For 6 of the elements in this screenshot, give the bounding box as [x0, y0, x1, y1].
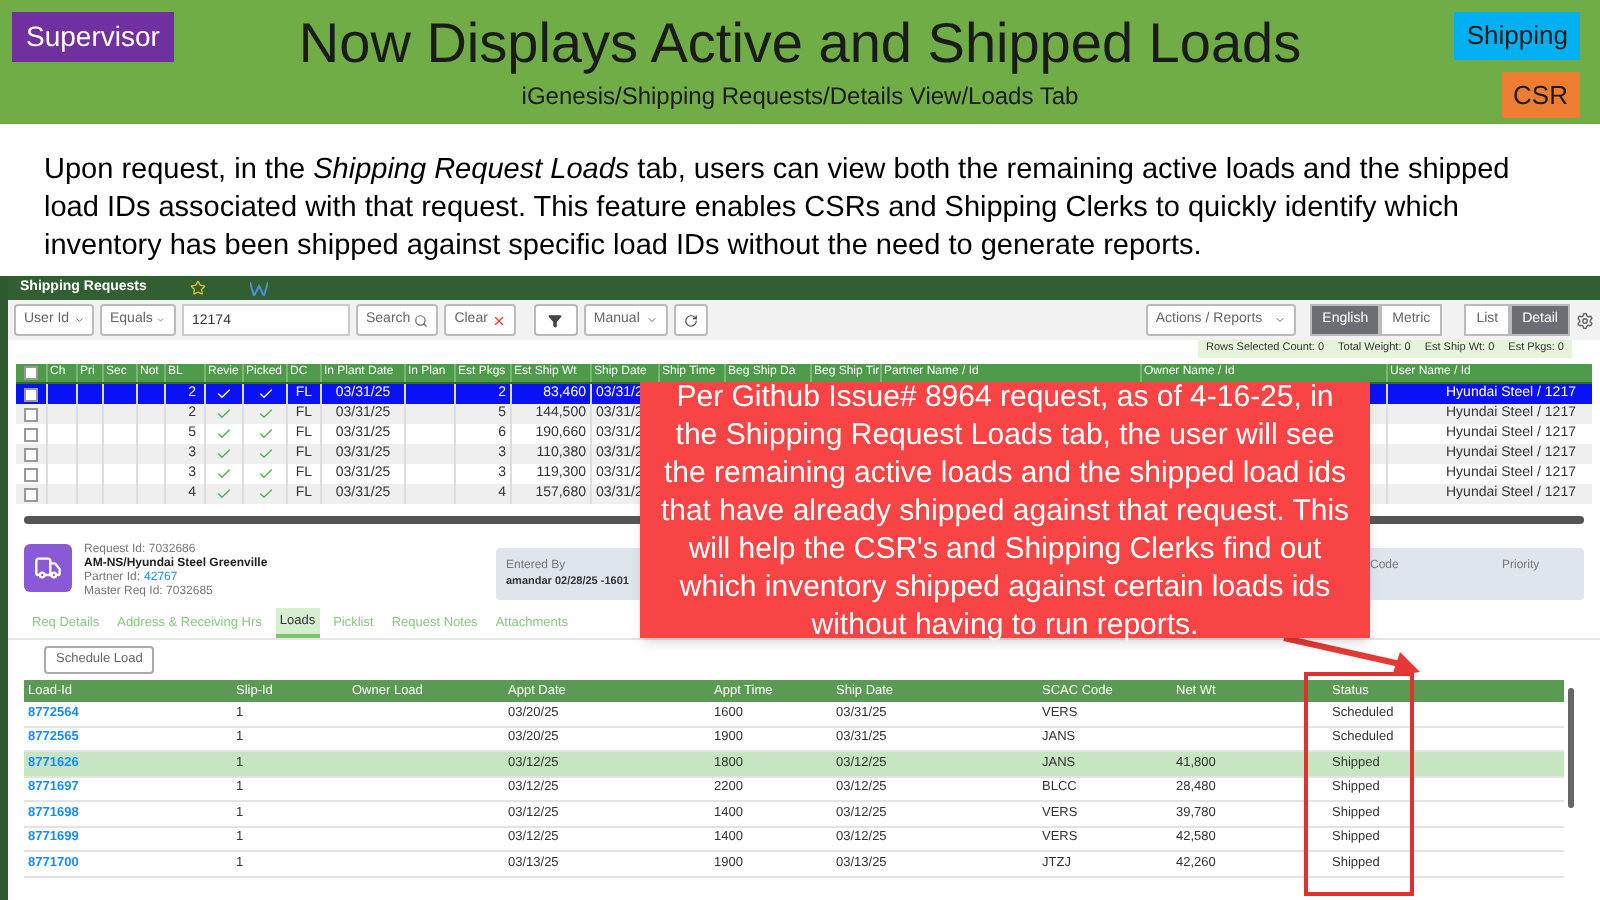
description-text: Upon request, in the Shipping Request Loads tab, users can view both the remaining active loads and the shipped load IDs associated with that request. This feature enables CSRs and Shipping Clerks to quickly identify which inventory has been shipped against specific load IDs without the need to generate reports. [44, 152, 1512, 266]
slide-subtitle: iGenesis/Shipping Requests/Details View/Loads Tab [521, 80, 1079, 112]
tag: CSR [1501, 71, 1580, 118]
role-badge: Supervisor [12, 12, 174, 62]
slide-title: Now Displays Active and Shipped Loads [298, 10, 1302, 78]
tag: Shipping [1454, 12, 1580, 59]
